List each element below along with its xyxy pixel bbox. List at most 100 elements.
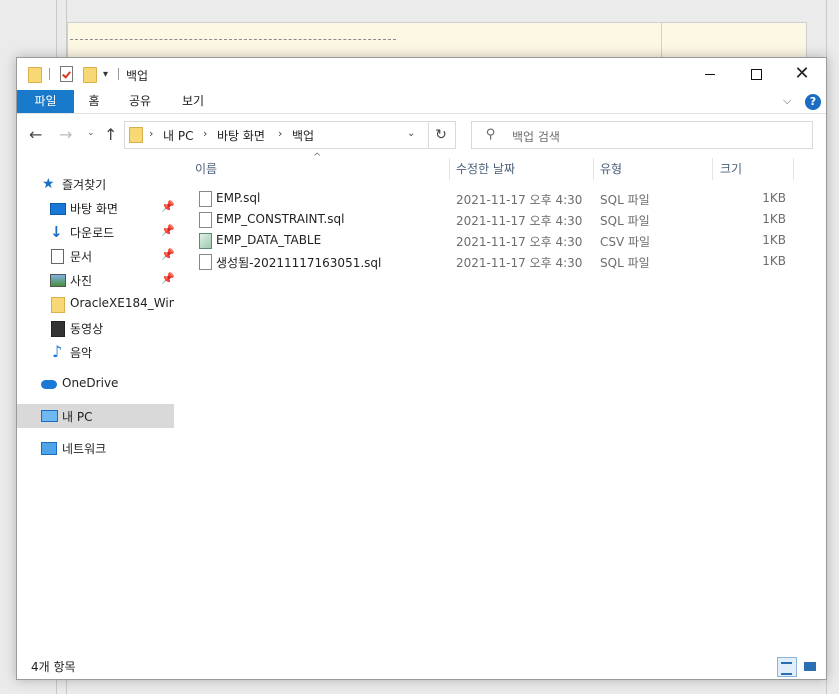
column-header-size[interactable]: 크기 bbox=[720, 154, 742, 184]
nav-item-onedrive[interactable]: OneDrive bbox=[17, 372, 174, 396]
music-icon: ♪ bbox=[52, 342, 63, 361]
breadcrumb-desktop[interactable]: 바탕 화면 bbox=[217, 127, 265, 144]
quick-access-separator bbox=[49, 68, 50, 80]
nav-item-network[interactable]: 네트워크 bbox=[17, 436, 174, 460]
navigation-bar: ← → ⌄ ↑ › 내 PC › 바탕 화면 › 백업 ⌄ ↻ ⚲ 백업 검색 bbox=[17, 114, 826, 154]
file-name: EMP_CONSTRAINT.sql bbox=[216, 212, 345, 226]
details-view-button[interactable] bbox=[777, 657, 797, 677]
minimize-button[interactable] bbox=[687, 58, 733, 90]
new-folder-icon[interactable] bbox=[83, 67, 97, 83]
nav-item-label: 네트워크 bbox=[62, 442, 107, 456]
close-button[interactable]: ✕ bbox=[779, 58, 825, 90]
breadcrumb-separator[interactable]: › bbox=[149, 127, 153, 140]
file-type: SQL 파일 bbox=[600, 193, 650, 207]
address-dropdown-icon[interactable]: ⌄ bbox=[407, 128, 415, 139]
file-explorer-window: ▾ 백업 ✕ 파일 홈 공유 보기 ⌵ ? ← → ⌄ ↑ › 내 PC › 바… bbox=[16, 57, 827, 680]
nav-item-label: 내 PC bbox=[62, 410, 93, 424]
help-button[interactable]: ? bbox=[805, 94, 821, 110]
large-icons-view-icon bbox=[804, 662, 816, 671]
nav-item-pictures[interactable]: 사진 📌 bbox=[17, 268, 175, 292]
up-button[interactable]: ↑ bbox=[104, 125, 117, 144]
file-row[interactable]: EMP_CONSTRAINT.sql 2021-11-17 오후 4:30 SQ… bbox=[196, 209, 796, 230]
column-divider[interactable] bbox=[712, 158, 713, 180]
nav-item-label: 동영상 bbox=[70, 322, 104, 336]
search-input[interactable]: ⚲ 백업 검색 bbox=[471, 121, 813, 149]
file-date: 2021-11-17 오후 4:30 bbox=[456, 235, 583, 249]
column-header-type[interactable]: 유형 bbox=[600, 154, 622, 184]
sort-ascending-icon: ^ bbox=[313, 152, 322, 163]
file-list: ^ 이름 수정한 날짜 유형 크기 EMP.sql 2021-11-17 오후 … bbox=[177, 152, 826, 648]
nav-item-label: 문서 bbox=[70, 250, 93, 264]
file-type: SQL 파일 bbox=[600, 256, 650, 270]
pc-icon bbox=[41, 410, 58, 422]
background-dashed-line bbox=[70, 39, 396, 40]
file-row[interactable]: EMP_DATA_TABLE 2021-11-17 오후 4:30 CSV 파일… bbox=[196, 230, 796, 251]
file-size: 1KB bbox=[762, 212, 786, 226]
sql-file-icon bbox=[199, 212, 212, 228]
folder-icon bbox=[51, 297, 65, 313]
column-header-name[interactable]: 이름 bbox=[195, 154, 217, 184]
status-bar: 4개 항목 bbox=[17, 654, 826, 679]
refresh-button[interactable]: ↻ bbox=[427, 121, 456, 149]
search-placeholder: 백업 검색 bbox=[512, 130, 560, 144]
ribbon-tabs: 파일 홈 공유 보기 ⌵ ? bbox=[17, 90, 826, 114]
nav-item-oracle-folder[interactable]: OracleXE184_Win64 bbox=[17, 292, 174, 316]
file-date: 2021-11-17 오후 4:30 bbox=[456, 256, 583, 270]
csv-file-icon bbox=[199, 233, 212, 249]
file-name: EMP.sql bbox=[216, 191, 261, 205]
quick-access-dropdown-icon[interactable]: ▾ bbox=[103, 69, 108, 80]
network-icon bbox=[41, 442, 57, 455]
large-icons-view-button[interactable] bbox=[800, 657, 820, 677]
nav-item-label: 음악 bbox=[70, 346, 93, 360]
nav-item-my-pc[interactable]: 내 PC bbox=[17, 404, 174, 428]
pin-icon: 📌 bbox=[161, 224, 175, 237]
column-divider[interactable] bbox=[449, 158, 450, 180]
column-divider[interactable] bbox=[593, 158, 594, 180]
breadcrumb-separator[interactable]: › bbox=[278, 127, 282, 140]
breadcrumb-backup[interactable]: 백업 bbox=[292, 127, 314, 144]
nav-item-music[interactable]: ♪ 음악 bbox=[17, 340, 174, 364]
window-title: 백업 bbox=[126, 69, 149, 83]
tab-view[interactable]: 보기 bbox=[177, 90, 209, 113]
nav-item-quick-access[interactable]: ★ 즐겨찾기 bbox=[17, 172, 174, 196]
file-row[interactable]: EMP.sql 2021-11-17 오후 4:30 SQL 파일 1KB bbox=[196, 188, 796, 209]
file-size: 1KB bbox=[762, 254, 786, 268]
properties-icon[interactable] bbox=[60, 66, 73, 82]
file-size: 1KB bbox=[762, 233, 786, 247]
back-button[interactable]: ← bbox=[29, 125, 42, 144]
expand-ribbon-icon[interactable]: ⌵ bbox=[783, 94, 791, 108]
file-type: CSV 파일 bbox=[600, 235, 651, 249]
column-divider[interactable] bbox=[793, 158, 794, 180]
file-date: 2021-11-17 오후 4:30 bbox=[456, 193, 583, 207]
recent-locations-icon[interactable]: ⌄ bbox=[87, 128, 95, 138]
search-icon: ⚲ bbox=[486, 127, 496, 142]
video-icon bbox=[51, 321, 65, 337]
folder-icon bbox=[129, 127, 143, 143]
desktop-icon bbox=[50, 203, 66, 215]
sql-file-icon bbox=[199, 254, 212, 270]
forward-button[interactable]: → bbox=[59, 125, 72, 144]
navigation-pane: ★ 즐겨찾기 바탕 화면 📌 ↓ 다운로드 📌 문서 📌 사진 📌 Oracle… bbox=[17, 154, 177, 648]
file-name: EMP_DATA_TABLE bbox=[216, 233, 322, 247]
file-type: SQL 파일 bbox=[600, 214, 650, 228]
minimize-icon bbox=[705, 73, 715, 75]
pin-icon: 📌 bbox=[161, 200, 175, 213]
nav-item-desktop[interactable]: 바탕 화면 📌 bbox=[17, 196, 175, 220]
quick-access-separator bbox=[118, 68, 119, 80]
address-bar[interactable]: › 내 PC › 바탕 화면 › 백업 ⌄ bbox=[124, 121, 429, 149]
tab-file[interactable]: 파일 bbox=[17, 90, 74, 113]
tab-share[interactable]: 공유 bbox=[124, 90, 156, 113]
tab-home[interactable]: 홈 bbox=[80, 90, 108, 113]
nav-item-downloads[interactable]: ↓ 다운로드 📌 bbox=[17, 220, 175, 244]
breadcrumb-my-pc[interactable]: 내 PC bbox=[163, 127, 193, 144]
title-bar: ▾ 백업 ✕ bbox=[17, 58, 826, 90]
pictures-icon bbox=[50, 274, 66, 287]
nav-item-documents[interactable]: 문서 📌 bbox=[17, 244, 175, 268]
nav-item-label: OracleXE184_Win64 bbox=[70, 296, 174, 310]
maximize-button[interactable] bbox=[733, 58, 779, 90]
file-date: 2021-11-17 오후 4:30 bbox=[456, 214, 583, 228]
file-row[interactable]: 생성됨-20211117163051.sql 2021-11-17 오후 4:3… bbox=[196, 251, 796, 272]
column-header-date[interactable]: 수정한 날짜 bbox=[456, 154, 515, 184]
nav-item-videos[interactable]: 동영상 bbox=[17, 316, 174, 340]
breadcrumb-separator[interactable]: › bbox=[203, 127, 207, 140]
